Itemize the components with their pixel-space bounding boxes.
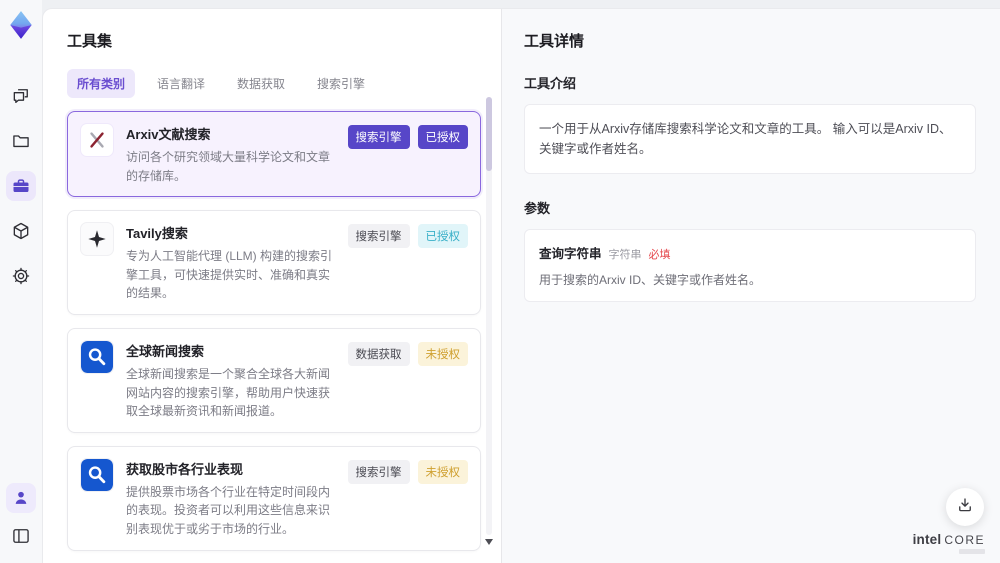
blue-search-icon <box>80 339 114 374</box>
detail-title: 工具详情 <box>524 33 585 50</box>
cube-icon[interactable] <box>6 216 36 246</box>
main-frame: 工具集 所有类别 语言翻译 数据获取 搜索引擎 Arxiv文献搜索 访问各个研究领域大… <box>42 8 1000 563</box>
folder-icon[interactable] <box>6 126 36 156</box>
gear-icon[interactable] <box>6 261 36 291</box>
tool-card[interactable]: 全球新闻搜索 全球新闻搜索是一个聚合全球各大新闻网站内容的搜索引擎，帮助用户快速… <box>67 327 481 433</box>
toolbox-icon[interactable] <box>6 171 36 201</box>
panel-toggle-icon[interactable] <box>6 521 36 551</box>
category-tab[interactable]: 语言翻译 <box>147 69 215 98</box>
auth-status-badge: 未授权 <box>417 341 468 366</box>
category-tab[interactable]: 数据获取 <box>227 69 295 98</box>
param-name: 查询字符串 <box>539 247 602 261</box>
tool-desc: 全球新闻搜索是一个聚合全球各大新闻网站内容的搜索引擎，帮助用户快速获取全球最新资… <box>126 366 331 419</box>
tool-title: Arxiv文献搜索 <box>126 127 211 142</box>
tool-card[interactable]: Tavily搜索 专为人工智能代理 (LLM) 构建的搜索引擎工具，可快速提供实… <box>67 210 481 315</box>
user-icon[interactable] <box>6 483 36 513</box>
download-button[interactable] <box>946 488 984 526</box>
intro-text-box: 一个用于从Arxiv存储库搜索科学论文和文章的工具。 输入可以是Arxiv ID… <box>524 104 976 174</box>
param-required-badge: 必填 <box>648 249 671 261</box>
category-badge: 搜索引擎 <box>347 459 410 484</box>
list-scrollbar[interactable] <box>486 97 492 535</box>
auth-status-badge: 已授权 <box>417 224 468 249</box>
category-tab[interactable]: 搜索引擎 <box>307 69 375 98</box>
scroll-down-arrow-icon[interactable] <box>485 539 493 545</box>
tool-detail-panel: 工具详情 工具介绍 一个用于从Arxiv存储库搜索科学论文和文章的工具。 输入可… <box>501 9 1000 563</box>
page-title: 工具集 <box>67 33 113 50</box>
arxiv-logo-icon <box>80 123 114 157</box>
auth-status-badge: 已授权 <box>417 125 468 149</box>
params-heading: 参数 <box>524 201 551 216</box>
param-type: 字符串 <box>608 249 642 261</box>
download-icon <box>956 496 974 519</box>
tool-desc: 专为人工智能代理 (LLM) 构建的搜索引擎工具，可快速提供实时、准确和真实的结… <box>126 249 333 301</box>
tavily-star-icon <box>80 222 114 257</box>
left-sidebar <box>0 0 42 563</box>
category-badge: 数据获取 <box>347 341 410 366</box>
tool-title: 获取股市各行业表现 <box>126 461 244 477</box>
category-tabs: 所有类别 语言翻译 数据获取 搜索引擎 <box>67 69 481 98</box>
tool-card[interactable]: 获取股市各行业表现 提供股票市场各个行业在特定时间段内的表现。投资者可以利用这些… <box>67 445 481 551</box>
parameter-item: 查询字符串 字符串 必填 用于搜索的Arxiv ID、关键字或作者姓名。 <box>524 229 976 302</box>
tool-card[interactable]: Arxiv文献搜索 访问各个研究领域大量科学论文和文章的存储库。 搜索引擎 已授… <box>67 111 481 198</box>
blue-search-icon <box>80 457 114 492</box>
tool-title: Tavily搜索 <box>126 226 188 242</box>
category-badge: 搜索引擎 <box>347 125 410 149</box>
category-tab[interactable]: 所有类别 <box>67 69 136 98</box>
scrollbar-thumb[interactable] <box>486 97 492 171</box>
intro-heading: 工具介绍 <box>524 76 577 91</box>
brand-intel-text: intel <box>912 532 942 547</box>
brand-sub-badge <box>959 549 985 554</box>
tool-desc: 访问各个研究领域大量科学论文和文章的存储库。 <box>126 150 331 183</box>
param-desc: 用于搜索的Arxiv ID、关键字或作者姓名。 <box>539 273 762 287</box>
auth-status-badge: 未授权 <box>417 459 468 484</box>
gem-logo-icon[interactable] <box>5 9 37 41</box>
intel-core-logo: intel core <box>913 532 985 554</box>
tool-desc: 提供股票市场各个行业在特定时间段内的表现。投资者可以利用这些信息来识别表现优于或… <box>126 484 331 536</box>
chat-icon[interactable] <box>6 81 36 111</box>
tool-list-panel: 工具集 所有类别 语言翻译 数据获取 搜索引擎 Arxiv文献搜索 访问各个研究领域大… <box>43 9 501 563</box>
brand-core-text: core <box>944 533 985 547</box>
category-badge: 搜索引擎 <box>347 224 410 249</box>
tool-list: Arxiv文献搜索 访问各个研究领域大量科学论文和文章的存储库。 搜索引擎 已授… <box>67 111 481 563</box>
tool-title: 全球新闻搜索 <box>126 343 205 359</box>
